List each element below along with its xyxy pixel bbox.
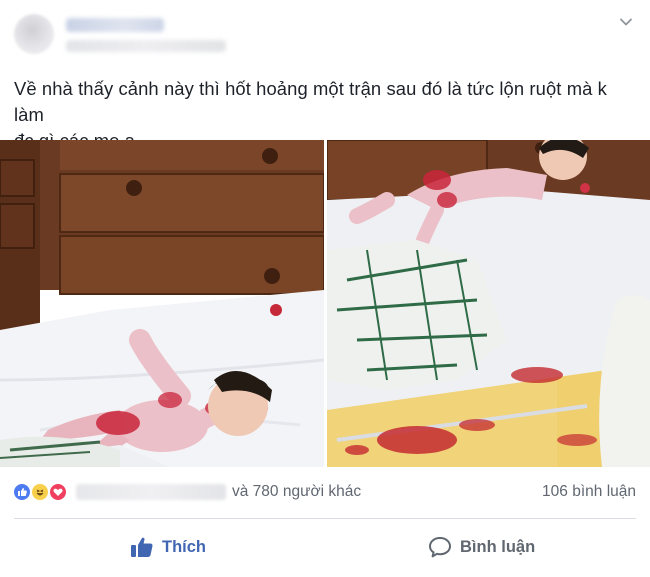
post-meta-blurred	[66, 40, 226, 52]
post-photo-right[interactable]	[327, 140, 650, 467]
post-action-bar: Thích Bình luận	[0, 520, 650, 577]
chevron-down-icon[interactable]	[618, 14, 634, 30]
divider	[14, 518, 636, 519]
facebook-post: Về nhà thấy cảnh này thì hốt hoảng một t…	[0, 0, 650, 577]
caption-line: Về nhà thấy cảnh này thì hốt hoảng một t…	[14, 78, 607, 125]
comment-icon	[428, 536, 452, 558]
reactor-names-blurred[interactable]	[76, 484, 226, 500]
like-reaction-icon[interactable]	[12, 482, 32, 502]
post-photo-left[interactable]	[0, 140, 324, 467]
thumbs-up-icon	[130, 536, 154, 558]
post-header	[0, 0, 650, 68]
author-name-blurred[interactable]	[66, 18, 164, 32]
comment-label: Bình luận	[460, 537, 536, 556]
love-reaction-icon[interactable]	[48, 482, 68, 502]
haha-reaction-icon[interactable]	[30, 482, 50, 502]
like-button[interactable]: Thích	[130, 529, 206, 565]
reaction-others-count[interactable]: và 780 người khác	[232, 483, 361, 501]
reaction-summary: và 780 người khác 106 bình luận	[0, 470, 650, 514]
comment-button[interactable]: Bình luận	[428, 529, 535, 565]
comment-count[interactable]: 106 bình luận	[542, 483, 636, 501]
photo-grid	[0, 140, 650, 467]
like-label: Thích	[162, 537, 206, 556]
avatar[interactable]	[14, 14, 54, 54]
